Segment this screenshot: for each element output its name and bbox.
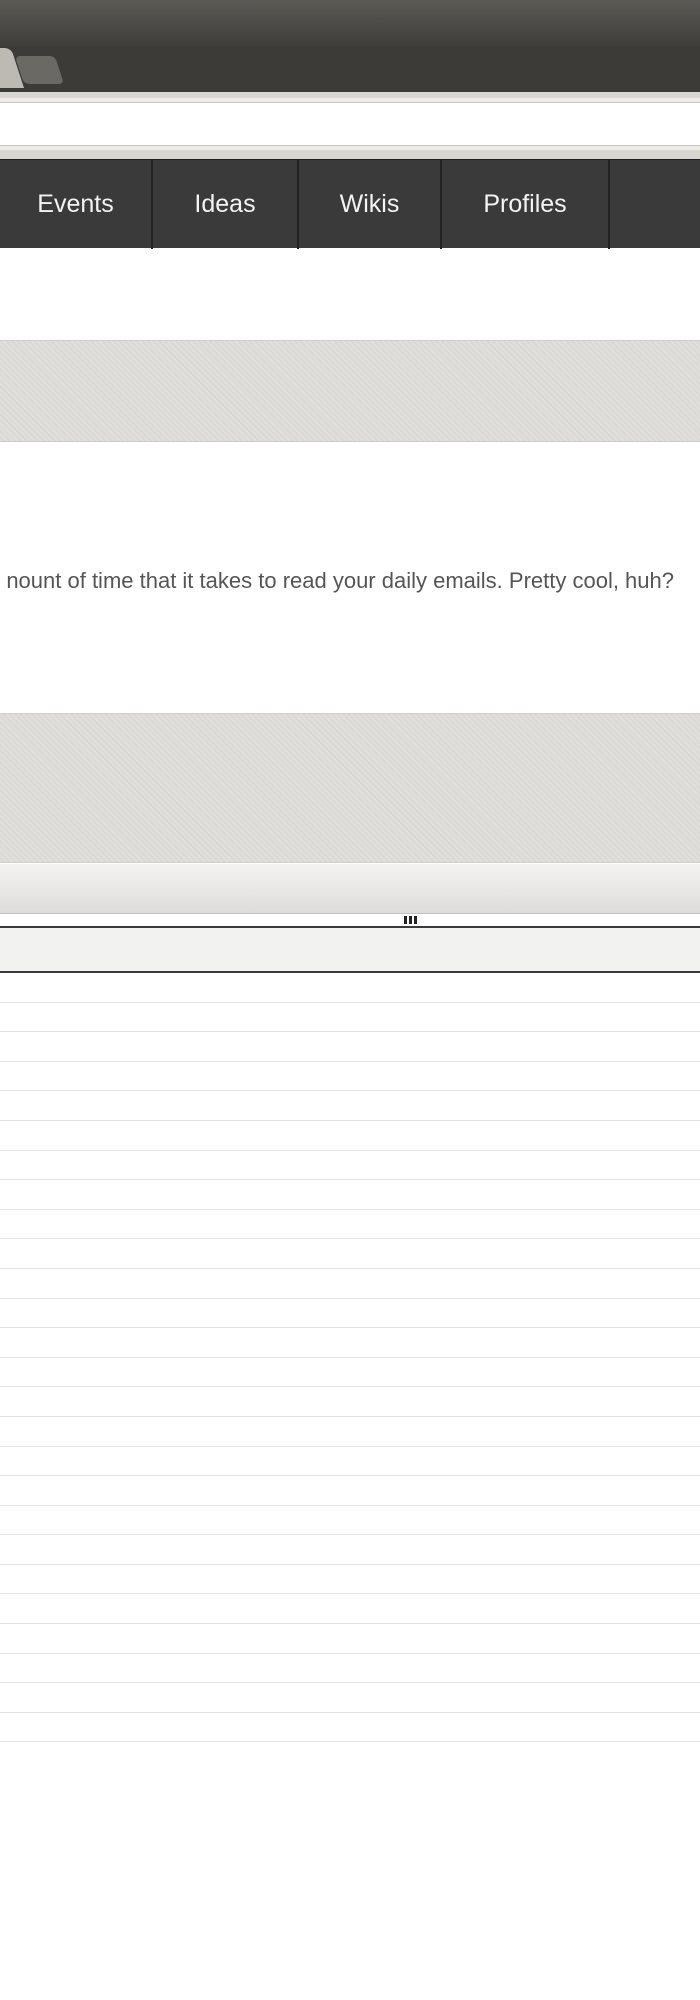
nav-item-profiles[interactable]: Profiles [442, 160, 610, 249]
new-tab-button[interactable] [14, 56, 64, 84]
table-row[interactable] [0, 1683, 700, 1713]
table-row[interactable] [0, 1091, 700, 1121]
table-row[interactable] [0, 1269, 700, 1299]
table-row[interactable] [0, 1151, 700, 1181]
browser-tab-strip [0, 46, 700, 97]
table-row[interactable] [0, 1535, 700, 1565]
table-row[interactable] [0, 1447, 700, 1477]
table-row[interactable] [0, 973, 700, 1003]
table-row[interactable] [0, 1387, 700, 1417]
content-paragraph: nount of time that it takes to read your… [0, 568, 700, 594]
browser-titlebar [0, 0, 700, 46]
table-row[interactable] [0, 1594, 700, 1625]
panel-splitter[interactable] [0, 864, 700, 914]
table-row[interactable] [0, 1506, 700, 1536]
toolbar-bottom-edge [0, 150, 700, 159]
content-band-bottom [0, 713, 700, 863]
table-row[interactable] [0, 1210, 700, 1240]
table-row[interactable] [0, 1565, 700, 1595]
table-row[interactable] [0, 1713, 700, 1743]
table-row[interactable] [0, 1121, 700, 1151]
table-row[interactable] [0, 1358, 700, 1388]
table-row[interactable] [0, 1180, 700, 1210]
table-row[interactable] [0, 1328, 700, 1358]
nav-filler [610, 160, 700, 249]
table-row[interactable] [0, 1299, 700, 1329]
content-band-top [0, 340, 700, 442]
address-bar[interactable] [0, 102, 700, 146]
table-row[interactable] [0, 1624, 700, 1654]
table-row[interactable] [0, 1062, 700, 1092]
site-nav: Events Ideas Wikis Profiles [0, 159, 700, 249]
content-paragraph-text: nount of time that it takes to read your… [6, 568, 674, 593]
table-row[interactable] [0, 1032, 700, 1062]
nav-item-ideas[interactable]: Ideas [153, 160, 299, 249]
table-row[interactable] [0, 1003, 700, 1033]
nav-item-events[interactable]: Events [0, 160, 153, 249]
panel-rows [0, 973, 700, 1743]
panel-header [0, 926, 700, 973]
table-row[interactable] [0, 1476, 700, 1506]
grip-icon[interactable] [404, 916, 418, 924]
table-row[interactable] [0, 1654, 700, 1684]
table-row[interactable] [0, 1239, 700, 1269]
table-row[interactable] [0, 1417, 700, 1447]
nav-item-wikis[interactable]: Wikis [299, 160, 442, 249]
browser-toolbar [0, 98, 700, 150]
